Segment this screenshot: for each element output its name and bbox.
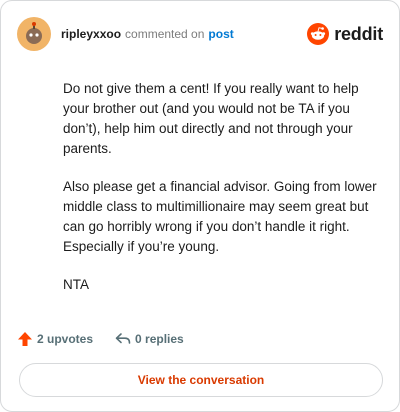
avatar[interactable] <box>17 17 51 51</box>
comment-meta: ripleyxxoo commented on post <box>61 27 234 41</box>
upvote-arrow-icon <box>18 332 32 346</box>
reply-arrow-icon <box>115 333 131 344</box>
reddit-wordmark: reddit <box>334 23 383 44</box>
action-text: commented on <box>125 27 205 41</box>
upvotes-stat[interactable]: 2 upvotes <box>17 331 93 347</box>
comment-paragraph: NTA <box>63 277 89 292</box>
replies-count: 0 replies <box>135 332 184 346</box>
avatar-icon <box>26 22 42 44</box>
upvotes-count: 2 upvotes <box>37 332 94 346</box>
comment-paragraph: Do not give them a cent! If you really w… <box>63 81 359 156</box>
comment-card: ripleyxxoo commented on post reddit Do n… <box>0 0 400 412</box>
comment-header: ripleyxxoo commented on post reddit <box>17 17 383 51</box>
username[interactable]: ripleyxxoo <box>61 27 121 41</box>
comment-paragraph: Also please get a financial advisor. Goi… <box>63 179 377 254</box>
comment-footer: 2 upvotes 0 replies <box>17 331 184 347</box>
comment-body: Do not give them a cent! If you really w… <box>63 79 381 313</box>
post-link[interactable]: post <box>208 27 233 41</box>
view-conversation-button[interactable]: View the conversation <box>19 363 383 397</box>
reddit-logo[interactable]: reddit <box>307 23 383 45</box>
reddit-icon <box>307 23 330 45</box>
replies-stat[interactable]: 0 replies <box>115 331 184 347</box>
